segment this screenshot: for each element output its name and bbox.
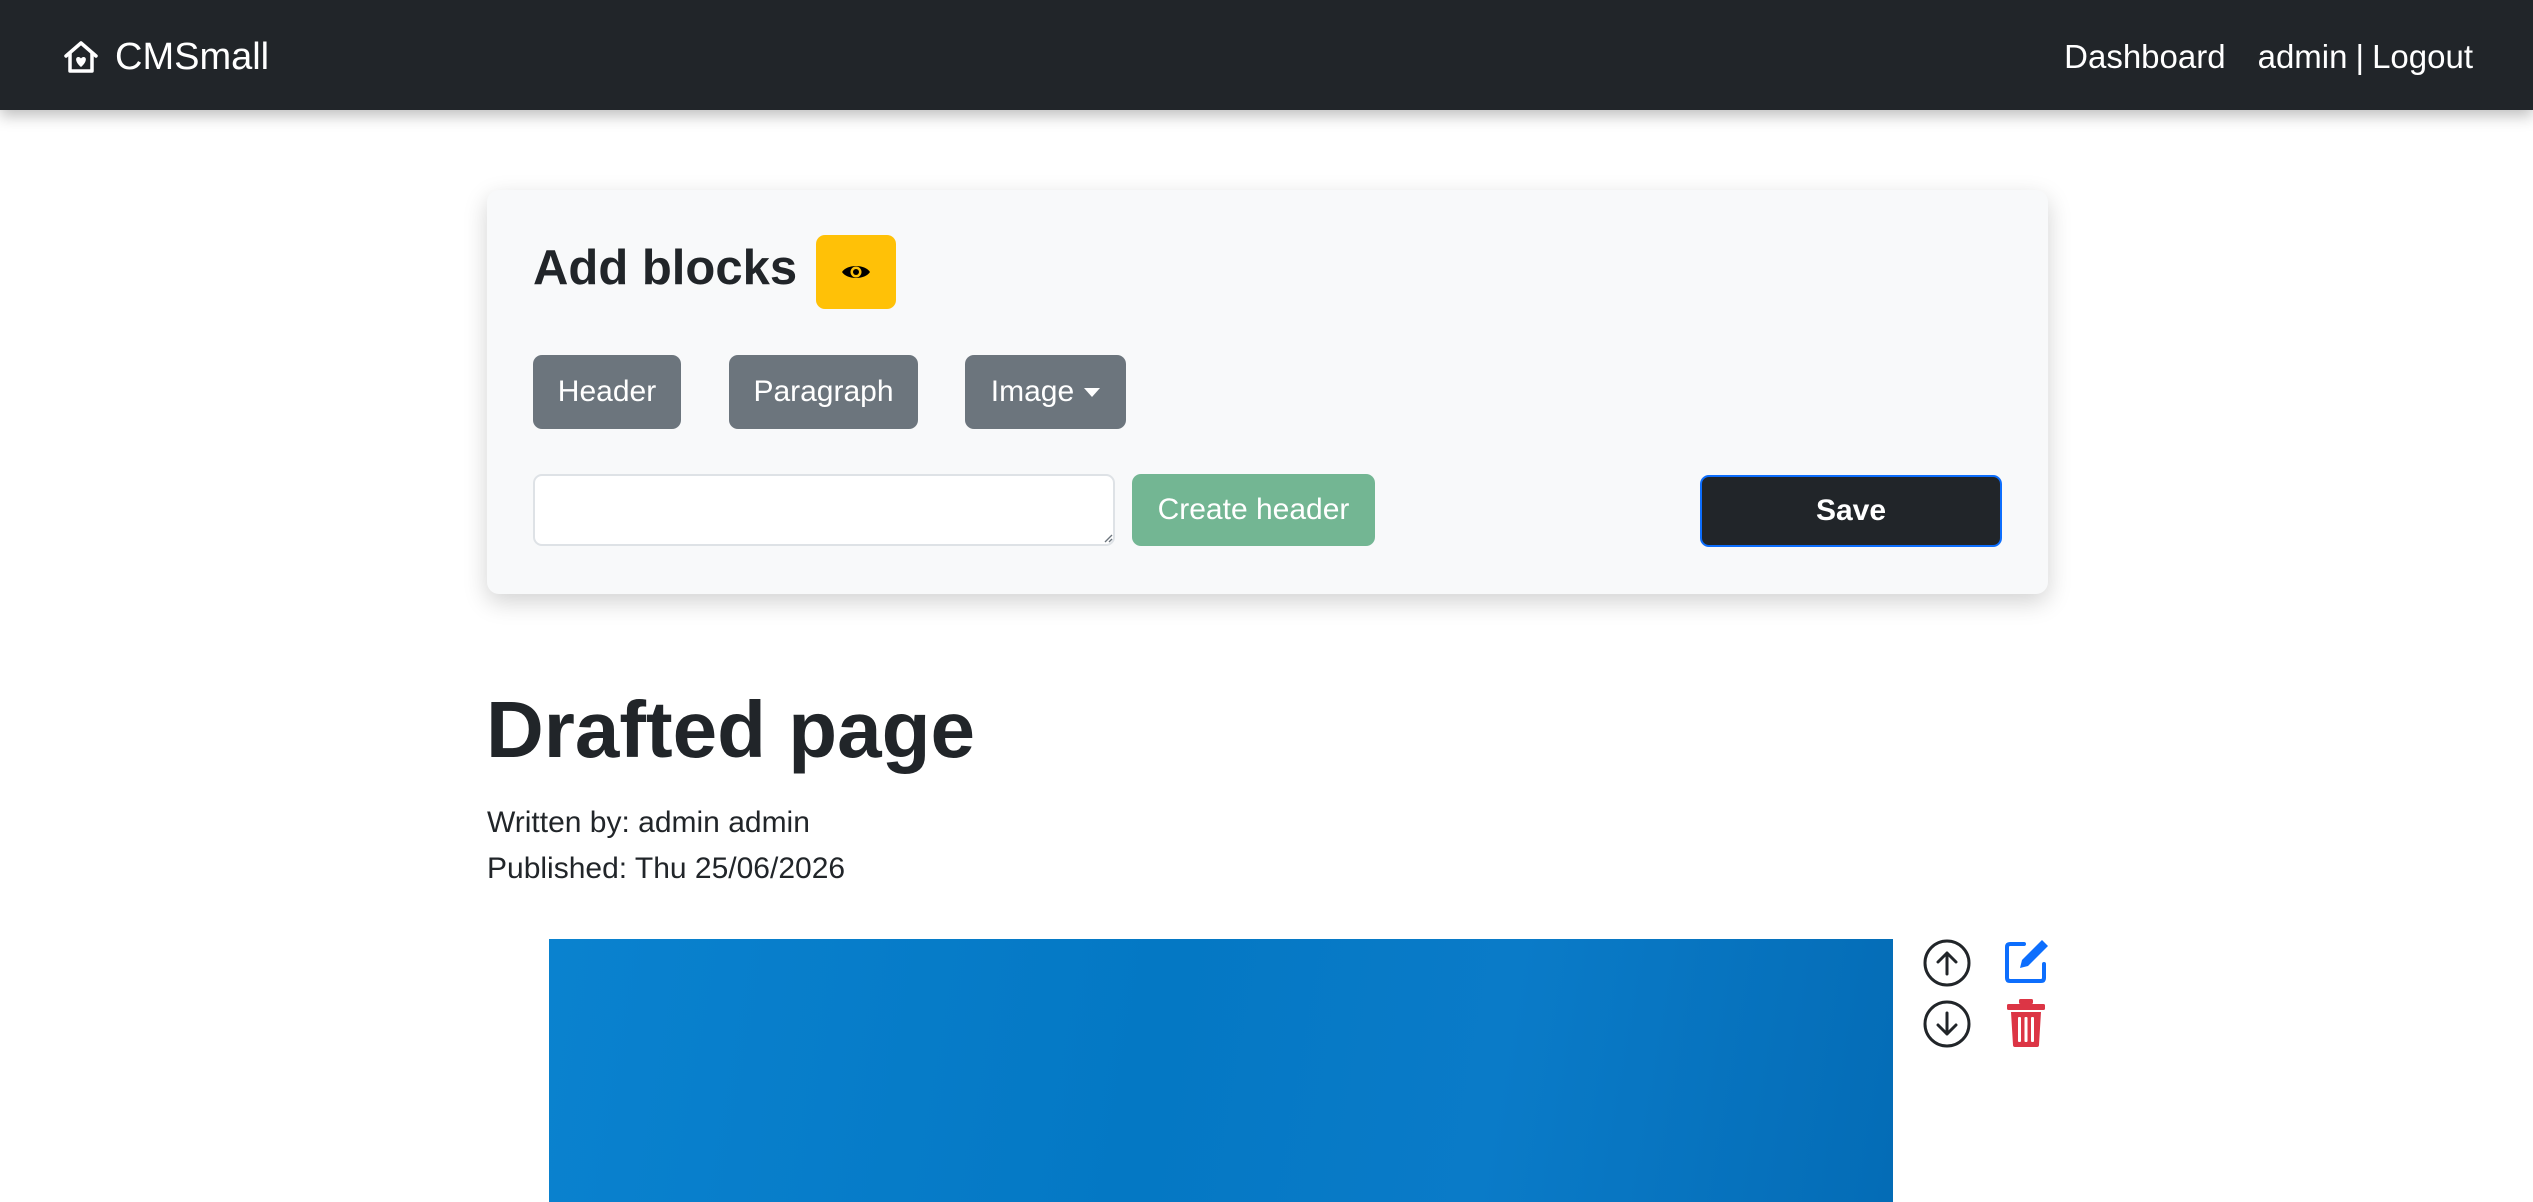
header-text-input[interactable] (533, 474, 1115, 546)
chevron-down-icon (1084, 387, 1101, 397)
author-line: Written by: admin admin (487, 806, 810, 839)
published-line: Published: Thu 25/06/2026 (487, 852, 846, 885)
add-header-label: Header (557, 375, 657, 408)
house-heart-icon (64, 41, 98, 73)
nav-separator: | (2355, 38, 2365, 75)
dashboard-link[interactable]: Dashboard (2064, 38, 2225, 76)
add-header-button[interactable]: Header (533, 355, 681, 429)
navbar: CMSmall Dashboard admin | Logout (0, 0, 2533, 110)
arrow-up-circle-icon[interactable] (1922, 938, 1972, 988)
add-image-dropdown[interactable]: Image (965, 355, 1126, 429)
add-paragraph-label: Paragraph (753, 375, 894, 408)
brand-link[interactable]: CMSmall (63, 36, 269, 78)
add-paragraph-button[interactable]: Paragraph (729, 355, 918, 429)
panel-title: Add blocks (533, 241, 798, 295)
save-label: Save (1815, 494, 1887, 527)
add-image-label: Image (990, 375, 1075, 408)
create-header-label: Create header (1157, 493, 1350, 526)
user-link[interactable]: admin (2258, 38, 2348, 76)
image-block (549, 939, 1893, 1202)
logout-link[interactable]: Logout (2372, 38, 2473, 76)
create-header-button[interactable]: Create header (1132, 474, 1375, 546)
edit-square-icon[interactable] (2002, 936, 2052, 986)
arrow-down-circle-icon[interactable] (1922, 999, 1972, 1049)
resize-grip-icon (1104, 534, 1113, 543)
trash-icon[interactable] (2004, 998, 2048, 1048)
brand-name: CMSmall (115, 35, 270, 78)
preview-button[interactable] (816, 235, 896, 309)
nav-right: Dashboard admin | Logout (2064, 34, 2473, 80)
save-button[interactable]: Save (1700, 475, 2002, 547)
add-blocks-panel: Add blocks Header Paragraph Image Create… (487, 190, 2048, 594)
page-title: Drafted page (486, 685, 975, 774)
eye-icon (842, 266, 870, 278)
